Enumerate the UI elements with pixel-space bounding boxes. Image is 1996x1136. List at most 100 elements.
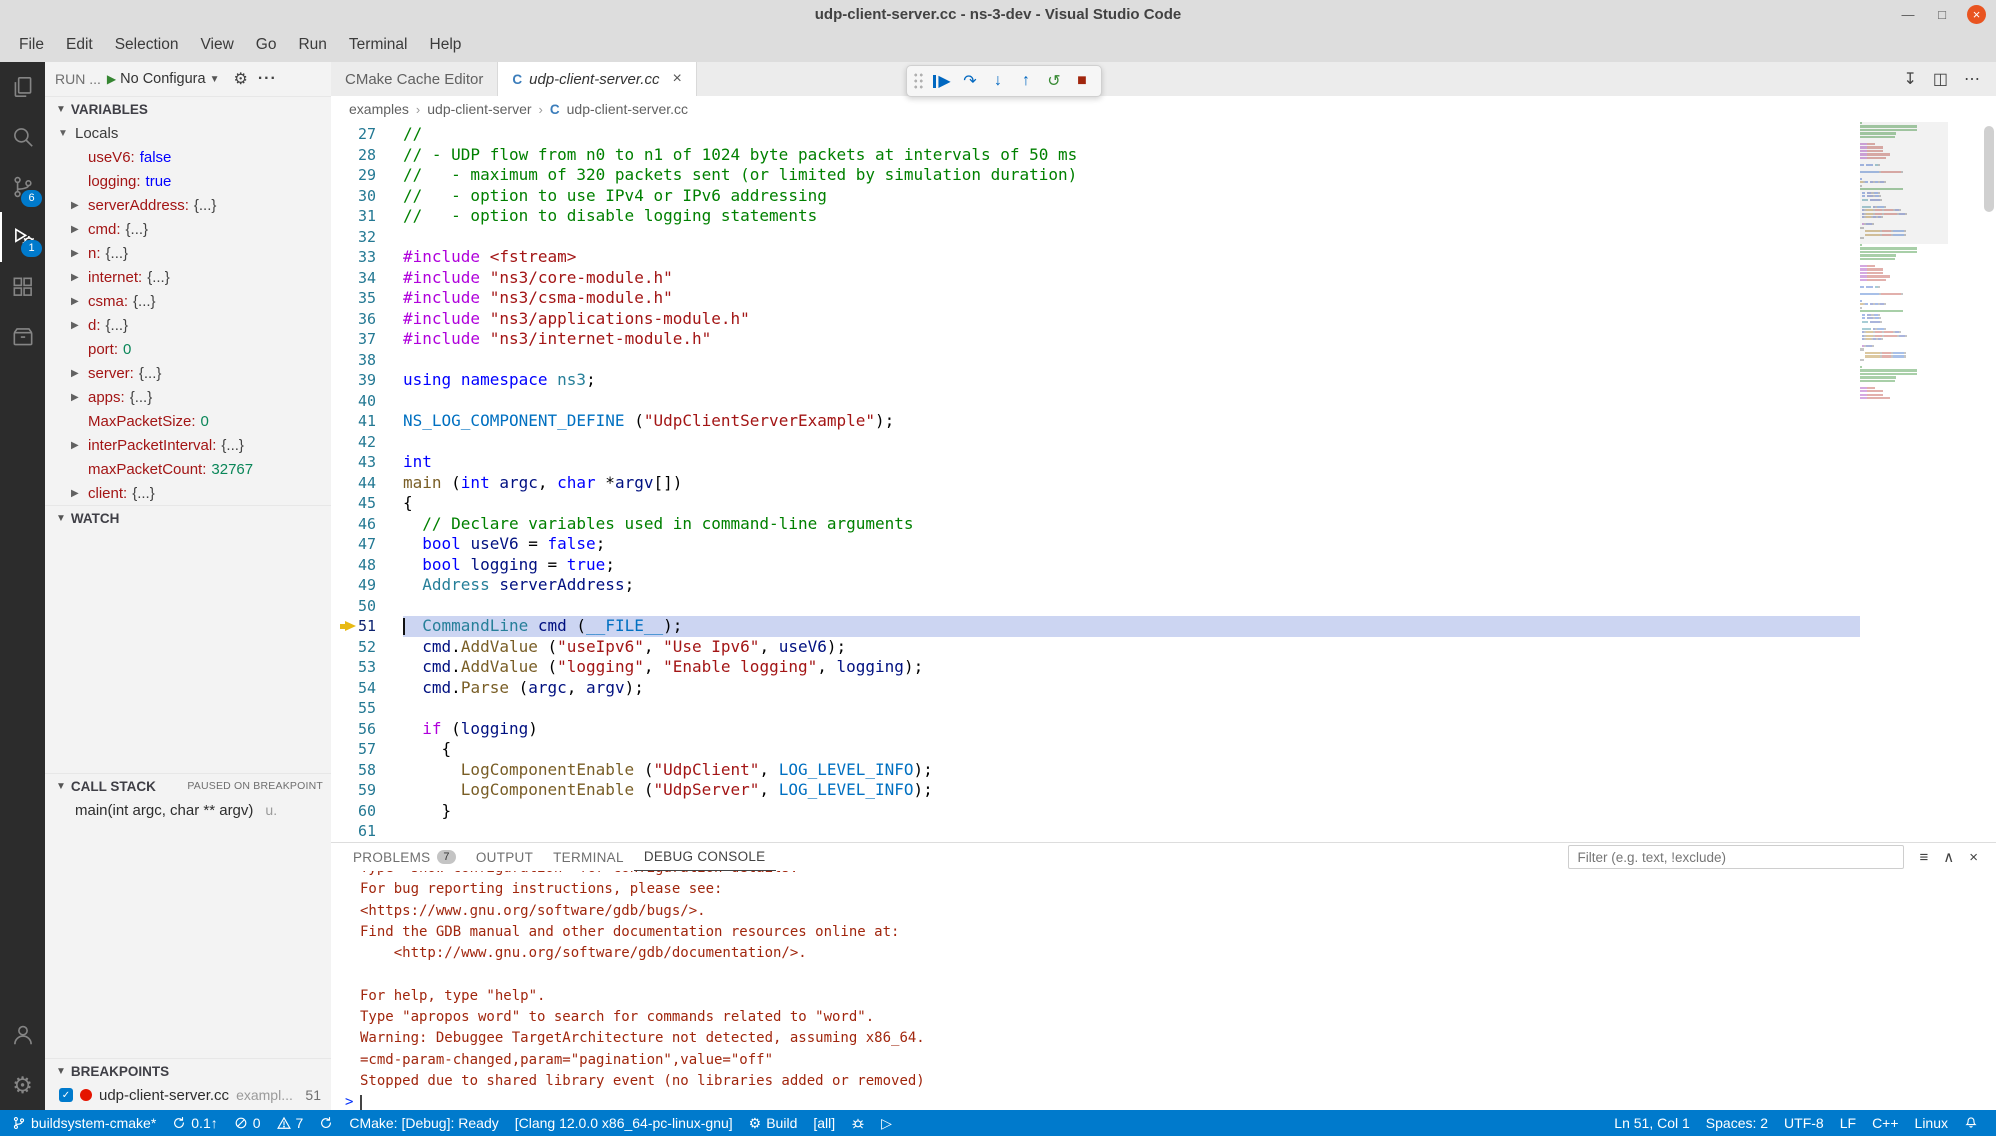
status-errors[interactable]: 0: [226, 1110, 269, 1136]
stack-frame-main[interactable]: main(int argc, char ** argv) u.: [45, 798, 331, 822]
menu-go[interactable]: Go: [245, 28, 288, 62]
extensions-icon[interactable]: [0, 262, 45, 312]
gutter[interactable]: 38: [331, 350, 403, 371]
gutter[interactable]: 57: [331, 739, 403, 760]
status-git-branch[interactable]: buildsystem-cmake*: [4, 1110, 164, 1136]
gutter[interactable]: 37: [331, 329, 403, 350]
variable-logging[interactable]: logging:true: [45, 169, 331, 193]
code-line-40[interactable]: 40: [331, 391, 1860, 412]
minimize-button[interactable]: —: [1899, 7, 1917, 22]
code-line-29[interactable]: 29// - maximum of 320 packets sent (or l…: [331, 165, 1860, 186]
gutter[interactable]: 30: [331, 186, 403, 207]
status-sync-status[interactable]: 0.1↑: [164, 1110, 225, 1136]
gutter[interactable]: 34: [331, 268, 403, 289]
gutter[interactable]: 54: [331, 678, 403, 699]
gutter[interactable]: 32: [331, 227, 403, 248]
gutter[interactable]: 35: [331, 288, 403, 309]
menu-edit[interactable]: Edit: [55, 28, 104, 62]
code-line-52[interactable]: 52 cmd.AddValue ("useIpv6", "Use Ipv6", …: [331, 637, 1860, 658]
gutter[interactable]: 51: [331, 616, 403, 637]
close-tab-icon[interactable]: ×: [672, 70, 681, 88]
code-line-41[interactable]: 41NS_LOG_COMPONENT_DEFINE ("UdpClientSer…: [331, 411, 1860, 432]
gutter[interactable]: 36: [331, 309, 403, 330]
menu-terminal[interactable]: Terminal: [338, 28, 419, 62]
menu-selection[interactable]: Selection: [104, 28, 190, 62]
panel-tab-terminal[interactable]: TERMINAL: [543, 843, 634, 871]
minimap-slider[interactable]: [1860, 122, 1948, 244]
code-editor[interactable]: 27//28// - UDP flow from n0 to n1 of 102…: [331, 122, 1996, 843]
breadcrumb-folder[interactable]: examples: [349, 101, 409, 117]
gutter[interactable]: 40: [331, 391, 403, 412]
variable-MaxPacketSize[interactable]: MaxPacketSize:0: [45, 409, 331, 433]
variable-n[interactable]: ▶n:{...}: [45, 241, 331, 265]
start-debug-icon[interactable]: ▶: [107, 72, 116, 86]
debug-console[interactable]: Type "show configuration" for configurat…: [331, 871, 1996, 1110]
launch-config-dropdown[interactable]: ▶ No Configura ▼: [107, 71, 220, 87]
status-cmake-status[interactable]: CMake: [Debug]: Ready: [341, 1110, 506, 1136]
code-line-36[interactable]: 36#include "ns3/applications-module.h": [331, 309, 1860, 330]
status-os[interactable]: Linux: [1907, 1110, 1956, 1136]
panel-tab-output[interactable]: OUTPUT: [466, 843, 543, 871]
code-line-51[interactable]: 51 CommandLine cmd (__FILE__);: [331, 616, 1860, 637]
code-line-61[interactable]: 61: [331, 821, 1860, 842]
status-cursor-position[interactable]: Ln 51, Col 1: [1606, 1110, 1698, 1136]
restart-button[interactable]: ↺: [1041, 68, 1067, 94]
menu-file[interactable]: File: [8, 28, 55, 62]
code-line-49[interactable]: 49 Address serverAddress;: [331, 575, 1860, 596]
console-input[interactable]: >: [331, 1092, 1996, 1110]
step-out-button[interactable]: ↑: [1013, 68, 1039, 94]
gutter[interactable]: 61: [331, 821, 403, 842]
code-line-50[interactable]: 50: [331, 596, 1860, 617]
panel-tab-debug-console[interactable]: DEBUG CONSOLE: [634, 843, 776, 871]
settings-gear-icon[interactable]: ⚙: [0, 1060, 45, 1110]
download-icon[interactable]: ↧: [1903, 69, 1916, 89]
code-line-39[interactable]: 39using namespace ns3;: [331, 370, 1860, 391]
run-and-debug-icon[interactable]: 1: [0, 212, 45, 262]
variable-maxPacketCount[interactable]: maxPacketCount:32767: [45, 457, 331, 481]
code-line-58[interactable]: 58 LogComponentEnable ("UdpClient", LOG_…: [331, 760, 1860, 781]
stop-button[interactable]: ■: [1069, 68, 1095, 94]
gutter[interactable]: 31: [331, 206, 403, 227]
more-actions-icon[interactable]: ⋯: [1964, 69, 1980, 89]
code-line-57[interactable]: 57 {: [331, 739, 1860, 760]
code-line-56[interactable]: 56 if (logging): [331, 719, 1860, 740]
code-line-37[interactable]: 37#include "ns3/internet-module.h": [331, 329, 1860, 350]
variable-cmd[interactable]: ▶cmd:{...}: [45, 217, 331, 241]
tab-cmake-cache-editor[interactable]: CMake Cache Editor: [331, 62, 498, 96]
search-icon[interactable]: [0, 112, 45, 162]
variables-section-header[interactable]: ▼ VARIABLES: [45, 96, 331, 121]
tab-udp-client-server[interactable]: C udp-client-server.cc ×: [498, 62, 696, 96]
code-line-43[interactable]: 43int: [331, 452, 1860, 473]
code-line-60[interactable]: 60 }: [331, 801, 1860, 822]
code-line-45[interactable]: 45{: [331, 493, 1860, 514]
status-cmake-build[interactable]: ⚙Build: [741, 1110, 806, 1136]
source-control-icon[interactable]: 6: [0, 162, 45, 212]
code-line-53[interactable]: 53 cmd.AddValue ("logging", "Enable logg…: [331, 657, 1860, 678]
code-line-35[interactable]: 35#include "ns3/csma-module.h": [331, 288, 1860, 309]
status-notifications[interactable]: [1956, 1110, 1986, 1136]
gutter[interactable]: 59: [331, 780, 403, 801]
gutter[interactable]: 58: [331, 760, 403, 781]
gutter[interactable]: 41: [331, 411, 403, 432]
split-editor-icon[interactable]: ◫: [1933, 69, 1948, 89]
gutter[interactable]: 49: [331, 575, 403, 596]
maximize-panel-icon[interactable]: ∧: [1943, 848, 1954, 866]
gutter[interactable]: 46: [331, 514, 403, 535]
gutter[interactable]: 53: [331, 657, 403, 678]
gutter[interactable]: 29: [331, 165, 403, 186]
variable-d[interactable]: ▶d:{...}: [45, 313, 331, 337]
status-encoding[interactable]: UTF-8: [1776, 1110, 1832, 1136]
gutter[interactable]: 28: [331, 145, 403, 166]
status-compiler-kit[interactable]: [Clang 12.0.0 x86_64-pc-linux-gnu]: [507, 1110, 741, 1136]
console-menu-icon[interactable]: ≡: [1919, 849, 1928, 866]
code-line-44[interactable]: 44main (int argc, char *argv[]): [331, 473, 1860, 494]
call-stack-section-header[interactable]: ▼ CALL STACK PAUSED ON BREAKPOINT: [45, 773, 331, 798]
gutter[interactable]: 42: [331, 432, 403, 453]
variable-internet[interactable]: ▶internet:{...}: [45, 265, 331, 289]
gutter[interactable]: 43: [331, 452, 403, 473]
status-cmake-debug[interactable]: [843, 1110, 873, 1136]
variable-apps[interactable]: ▶apps:{...}: [45, 385, 331, 409]
gutter[interactable]: 27: [331, 124, 403, 145]
maximize-button[interactable]: □: [1933, 7, 1951, 22]
code-line-48[interactable]: 48 bool logging = true;: [331, 555, 1860, 576]
